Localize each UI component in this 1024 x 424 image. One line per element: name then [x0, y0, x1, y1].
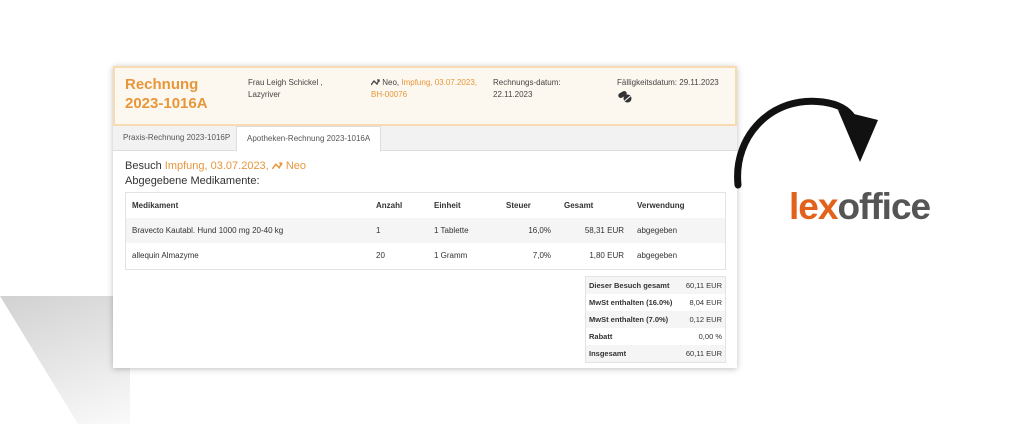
link-arrow-icon	[271, 162, 283, 170]
visit-link[interactable]: Impfung, 03.07.2023,	[165, 160, 269, 172]
invoice-date-label: Rechnungs-datum:	[493, 78, 561, 87]
cell-quantity: 1	[376, 226, 381, 235]
column-header: Medikament	[132, 201, 179, 210]
cell-usage: abgegeben	[637, 251, 678, 260]
customer-name: Frau Leigh Schickel ,	[248, 78, 323, 87]
logo-part-office: office	[837, 186, 931, 227]
total-value: 0,00 %	[698, 332, 722, 341]
pills-icon[interactable]	[617, 90, 633, 103]
invoice-date-value: 22.11.2023	[493, 90, 533, 99]
cell-unit: 1 Gramm	[434, 251, 468, 260]
visit-link[interactable]: Impfung, 03.07.2023,	[401, 78, 477, 87]
due-date: Fälligkeitsdatum: 29.11.2023	[617, 77, 719, 107]
invoice-card: Rechnung 2023-1016A Frau Leigh Schickel …	[113, 66, 737, 368]
cell-unit: 1 Tablette	[434, 226, 469, 235]
total-value: 0,12 EUR	[689, 315, 722, 324]
total-label: Insgesamt	[589, 349, 627, 358]
column-header: Steuer	[506, 201, 531, 210]
drop-shadow	[0, 296, 130, 424]
customer-place: Lazyriver	[248, 90, 281, 99]
patient-name: Neo,	[382, 78, 400, 87]
total-row: MwSt enthalten (16.0%) 8,04 EUR	[586, 294, 725, 311]
cell-tax: 16,0%	[528, 226, 551, 235]
cell-total: 1,80 EUR	[589, 251, 624, 260]
medications-table: Medikament Anzahl Einheit Steuer Gesamt …	[125, 192, 726, 270]
tab-bar: Praxis-Rechnung 2023-1016P Apotheken-Rec…	[113, 126, 737, 152]
totals-box: Dieser Besuch gesamt 60,11 EUR MwSt enth…	[585, 276, 726, 363]
medications-heading: Abgegebene Medikamente:	[125, 175, 260, 187]
total-label: Rabatt	[589, 332, 613, 341]
tab-apotheken-rechnung[interactable]: Apotheken-Rechnung 2023-1016A	[236, 126, 382, 152]
logo-part-lex: lex	[789, 186, 838, 227]
invoice-date: Rechnungs-datum: 22.11.2023	[493, 77, 561, 101]
cell-medication: Bravecto Kautabl. Hund 1000 mg 20-40 kg	[132, 226, 284, 235]
link-arrow-icon	[370, 79, 380, 86]
tab-praxis-rechnung[interactable]: Praxis-Rechnung 2023-1016P	[113, 126, 240, 150]
total-label: Dieser Besuch gesamt	[589, 281, 670, 290]
cell-tax: 7,0%	[532, 251, 551, 260]
lexoffice-logo: lexoffice	[789, 186, 931, 227]
table-row: allequin Almazyme 20 1 Gramm 7,0% 1,80 E…	[126, 243, 725, 268]
cell-quantity: 20	[376, 251, 385, 260]
table-header: Medikament Anzahl Einheit Steuer Gesamt …	[126, 193, 725, 218]
patient-info: Neo, Impfung, 03.07.2023, BH-00076	[370, 77, 481, 101]
cell-usage: abgegeben	[637, 226, 678, 235]
total-label: MwSt enthalten (7.0%)	[589, 315, 669, 324]
total-value: 8,04 EUR	[689, 298, 722, 307]
total-row: Insgesamt 60,11 EUR	[586, 345, 725, 362]
total-row: Rabatt 0,00 %	[586, 328, 725, 345]
total-row: Dieser Besuch gesamt 60,11 EUR	[586, 277, 725, 294]
customer-info: Frau Leigh Schickel , Lazyriver	[248, 77, 323, 101]
cell-total: 58,31 EUR	[584, 226, 624, 235]
visit-patient-link[interactable]: Neo	[286, 160, 306, 172]
patient-id-link[interactable]: BH-00076	[371, 89, 481, 101]
table-row: Bravecto Kautabl. Hund 1000 mg 20-40 kg …	[126, 218, 725, 243]
visit-line: Besuch Impfung, 03.07.2023, Neo	[125, 160, 306, 172]
column-header: Anzahl	[376, 201, 403, 210]
due-date-label: Fälligkeitsdatum:	[617, 78, 678, 87]
column-header: Gesamt	[564, 201, 594, 210]
invoice-header: Rechnung 2023-1016A Frau Leigh Schickel …	[113, 66, 737, 126]
invoice-title: Rechnung 2023-1016A	[125, 76, 208, 112]
total-label: MwSt enthalten (16.0%)	[589, 298, 673, 307]
total-value: 60,11 EUR	[685, 281, 722, 290]
total-row: MwSt enthalten (7.0%) 0,12 EUR	[586, 311, 725, 328]
visit-prefix: Besuch	[125, 160, 162, 172]
curved-arrow-icon	[734, 97, 878, 189]
due-date-value: 29.11.2023	[679, 78, 719, 87]
cell-medication: allequin Almazyme	[132, 251, 199, 260]
column-header: Einheit	[434, 201, 461, 210]
total-value: 60,11 EUR	[685, 349, 722, 358]
column-header: Verwendung	[637, 201, 685, 210]
